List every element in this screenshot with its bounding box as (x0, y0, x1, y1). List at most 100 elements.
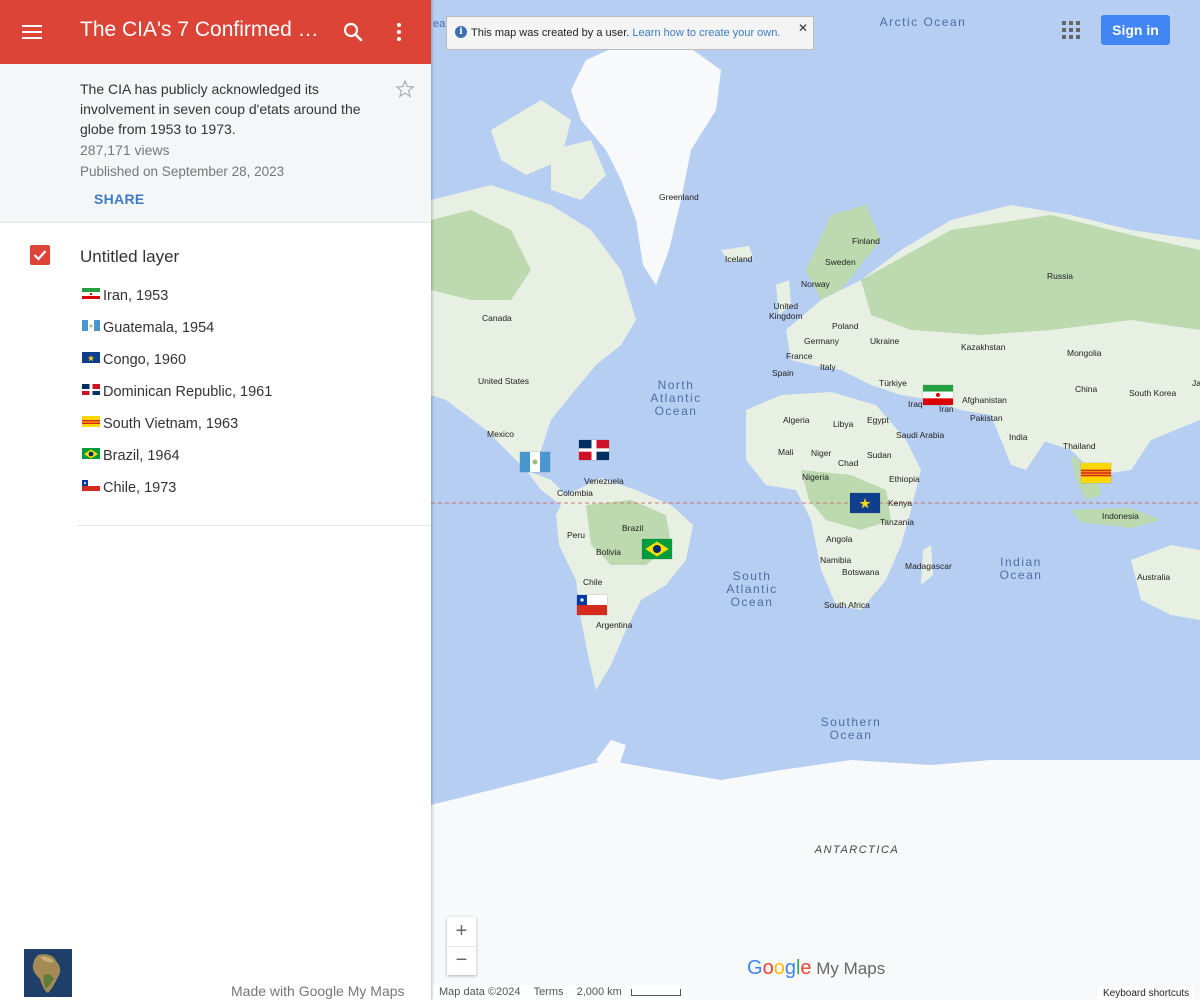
place-label: Bolivia (596, 547, 622, 557)
place-label: Norway (801, 279, 830, 289)
terms-link[interactable]: Terms (534, 986, 564, 998)
place-label: Ukraine (870, 336, 900, 346)
place-label: Brazil (622, 523, 644, 533)
place-label: Russia (1047, 271, 1073, 281)
basemap-thumbnail[interactable] (24, 949, 72, 997)
list-item-dominican-republic[interactable]: Dominican Republic, 1961 (80, 376, 410, 408)
place-label: India (1009, 432, 1028, 442)
map-info-section: The CIA has publicly acknowledged its in… (0, 64, 431, 223)
divider (77, 525, 431, 526)
place-label: Indonesia (1102, 511, 1139, 521)
dominican-republic-flag-icon (82, 383, 100, 395)
place-label: Mali (778, 447, 794, 457)
list-item-guatemala[interactable]: Guatemala, 1954 (80, 312, 410, 344)
place-label: Argentina (596, 620, 633, 630)
map-attribution: Map data ©2024 Terms 2,000 km (433, 985, 687, 1000)
place-label: Iran (939, 404, 954, 414)
app-header: The CIA's 7 Confirmed C... (0, 0, 431, 64)
indian-ocean-label: Indian Ocean (999, 555, 1043, 582)
place-label: United States (478, 376, 530, 386)
list-item-label: Guatemala, 1954 (103, 320, 215, 336)
place-label: Kazakhstan (961, 342, 1006, 352)
learn-more-link[interactable]: Learn how to create your own. (632, 27, 780, 39)
list-item-iran[interactable]: Iran, 1953 (80, 280, 410, 312)
place-label: Afghanistan (962, 395, 1007, 405)
place-label: Egypt (867, 415, 889, 425)
list-item-congo[interactable]: Congo, 1960 (80, 344, 410, 376)
map-data-text: Map data ©2024 (439, 986, 521, 998)
place-label: Pakistan (970, 413, 1003, 423)
layer-title: Untitled layer (80, 247, 180, 266)
star-outline-icon[interactable] (395, 79, 415, 99)
zoom-out-button[interactable]: − (447, 946, 476, 975)
brazil-flag-marker[interactable] (642, 539, 672, 559)
ocean-label-fragment: ea (433, 18, 446, 30)
place-label: South Korea (1129, 388, 1177, 398)
zoom-in-button[interactable]: + (447, 917, 476, 947)
place-label: Namibia (820, 555, 852, 565)
brazil-flag-icon (82, 447, 100, 459)
place-label: China (1075, 384, 1098, 394)
list-item-south-vietnam[interactable]: South Vietnam, 1963 (80, 408, 410, 440)
info-icon: i (455, 26, 467, 38)
place-label: Botswana (842, 567, 880, 577)
menu-icon[interactable] (18, 18, 46, 46)
iran-flag-marker[interactable] (923, 385, 953, 405)
list-item-label: Brazil, 1964 (103, 448, 180, 464)
place-label: Chile (583, 577, 603, 587)
place-label: Madagascar (905, 561, 952, 571)
list-item-label: Chile, 1973 (103, 480, 177, 496)
place-label: Ethiopia (889, 474, 920, 484)
place-label: Thailand (1063, 441, 1096, 451)
place-label: Kenya (888, 498, 913, 508)
keyboard-shortcuts-button[interactable]: Keyboard shortcuts (1098, 987, 1195, 1000)
south-vietnam-flag-marker[interactable] (1081, 463, 1111, 483)
place-label: Iraq (908, 399, 923, 409)
place-label: Australia (1137, 572, 1171, 582)
dominican-republic-flag-marker[interactable] (579, 440, 609, 460)
sign-in-button[interactable]: Sign in (1101, 15, 1170, 45)
chile-flag-marker[interactable] (577, 595, 607, 615)
place-label: Italy (820, 362, 836, 372)
map-canvas[interactable]: Arctic Ocean North Atlantic Ocean South Atl… (431, 0, 1200, 1000)
list-item-chile[interactable]: Chile, 1973 (80, 472, 410, 504)
checkbox-checked-icon[interactable] (30, 245, 50, 265)
banner-text: This map was created by a user. (471, 27, 630, 39)
arctic-ocean-label: Arctic Ocean (879, 15, 967, 29)
place-label: Finland (852, 236, 880, 246)
place-label: Spain (772, 368, 794, 378)
place-label: Poland (832, 321, 859, 331)
place-label: Germany (804, 336, 839, 346)
place-label: Iceland (725, 254, 753, 264)
close-icon[interactable]: ✕ (798, 21, 808, 35)
place-label: Niger (811, 448, 832, 458)
guatemala-flag-marker[interactable] (520, 452, 550, 472)
congo-flag-marker[interactable] (850, 493, 880, 513)
guatemala-flag-icon (82, 319, 100, 331)
scale-label: 2,000 km (576, 986, 622, 998)
list-item-brazil[interactable]: Brazil, 1964 (80, 440, 410, 472)
southern-ocean-label: Southern Ocean (820, 715, 882, 742)
congo-flag-icon (82, 351, 100, 363)
place-label: Peru (567, 530, 585, 540)
place-label: Angola (826, 534, 853, 544)
search-icon[interactable] (339, 18, 367, 46)
apps-grid-icon[interactable] (1062, 21, 1080, 39)
place-label: Sweden (825, 257, 856, 267)
map-title: The CIA's 7 Confirmed C... (80, 18, 325, 41)
map-description: The CIA has publicly acknowledged its in… (80, 81, 361, 137)
place-label: France (786, 351, 813, 361)
user-map-banner: i This map was created by a user. Learn … (446, 16, 814, 50)
chile-flag-icon (82, 479, 100, 491)
share-button[interactable]: SHARE (94, 191, 145, 207)
place-label: Canada (482, 313, 512, 323)
place-label: Libya (833, 419, 854, 429)
google-my-maps-logo: Google My Maps (747, 957, 886, 979)
scale-bar (630, 988, 681, 996)
more-vert-icon[interactable] (385, 18, 413, 46)
north-atlantic-label: North Atlantic Ocean (650, 378, 702, 418)
place-label: Japa (1192, 378, 1200, 388)
list-item-label: South Vietnam, 1963 (103, 416, 239, 432)
list-item-label: Congo, 1960 (103, 352, 187, 368)
list-item-label: Iran, 1953 (103, 288, 169, 304)
